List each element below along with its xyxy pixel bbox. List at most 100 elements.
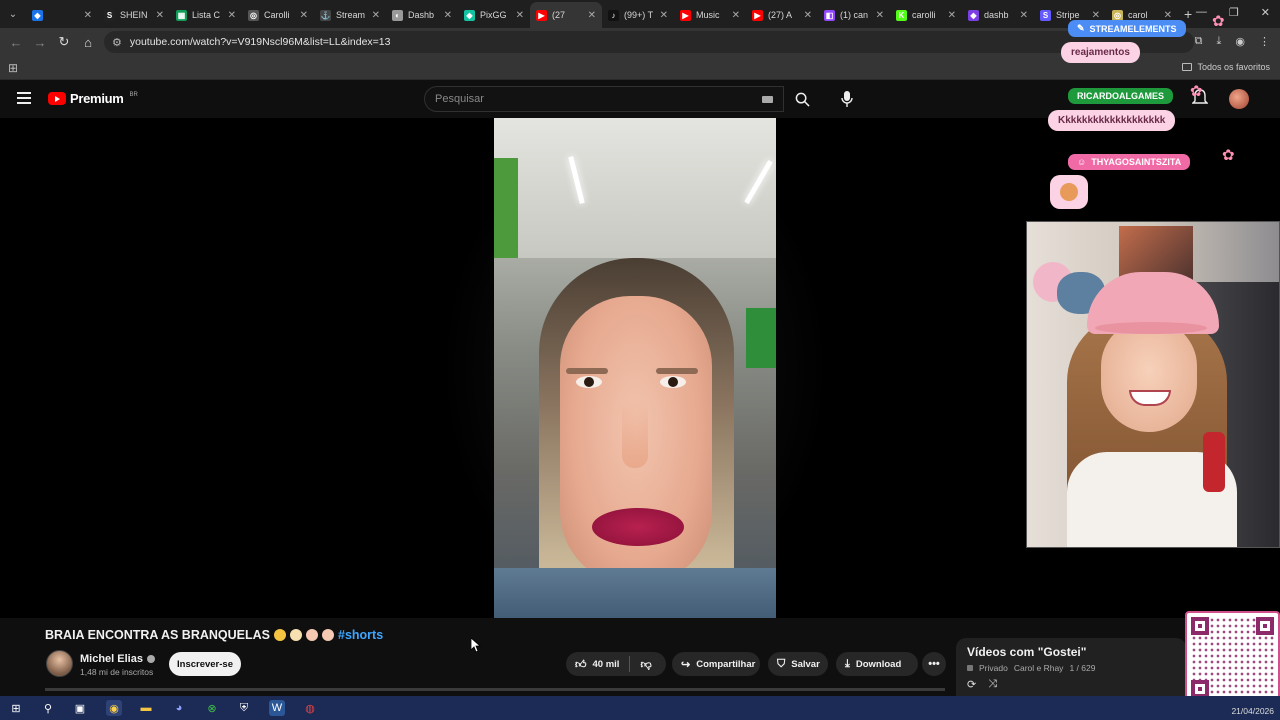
tab-search-icon[interactable]: ⌄ xyxy=(0,0,26,28)
shuffle-icon[interactable]: ⤨ xyxy=(988,678,997,691)
address-bar[interactable]: ⚙ youtube.com/watch?v=V919Nscl96M&list=L… xyxy=(104,31,1194,53)
obs-icon[interactable]: ◍ xyxy=(302,700,318,716)
tab-close-icon[interactable]: ✕ xyxy=(876,10,884,21)
windows-start-icon[interactable]: ⊞ xyxy=(8,700,24,716)
security-shield-icon[interactable]: ⛨ xyxy=(236,700,252,716)
tab-title: (1) can xyxy=(840,10,869,20)
browser-tab[interactable]: ▶ Music ✕ xyxy=(674,2,746,28)
browser-tab[interactable]: Kcarolli ✕ xyxy=(890,2,962,28)
channel-name[interactable]: Michel Elias xyxy=(80,653,155,665)
discord-icon[interactable]: ◕ xyxy=(171,700,187,716)
loop-icon[interactable]: ⟳ xyxy=(967,678,976,691)
search-input[interactable] xyxy=(435,93,755,105)
tab-title: Stream xyxy=(336,10,366,20)
tab-close-icon[interactable]: ✕ xyxy=(948,10,956,21)
tab-close-icon[interactable]: ✕ xyxy=(588,10,596,21)
keyboard-icon[interactable] xyxy=(762,96,773,103)
tab-favicon-icon: ◆ xyxy=(464,9,475,21)
reload-button[interactable]: ↻ xyxy=(52,34,76,50)
country-code: BR xyxy=(129,91,138,98)
restore-icon[interactable]: ❐ xyxy=(1229,6,1239,19)
tab-close-icon[interactable]: ✕ xyxy=(1164,10,1172,21)
minimize-icon[interactable]: — xyxy=(1196,6,1207,19)
tab-close-icon[interactable]: ✕ xyxy=(156,10,164,21)
browser-tab[interactable]: ◆ dashb ✕ xyxy=(962,2,1034,28)
more-actions-button[interactable]: ••• xyxy=(922,652,946,676)
account-avatar[interactable] xyxy=(1229,89,1249,109)
download-label: Download xyxy=(855,658,902,670)
voice-search-button[interactable] xyxy=(834,86,860,112)
tab-close-icon[interactable]: ✕ xyxy=(1092,10,1100,21)
browser-tab[interactable]: ▶ (27 ✕ xyxy=(530,2,602,28)
tab-title: Carolli xyxy=(264,10,290,20)
forward-button[interactable]: → xyxy=(28,35,52,50)
browser-tab[interactable]: ◧ (1) can ✕ xyxy=(818,2,890,28)
task-view-icon[interactable]: ▣ xyxy=(72,700,88,716)
hamburger-menu-icon[interactable] xyxy=(17,92,31,107)
back-button[interactable]: ← xyxy=(4,35,28,50)
tab-close-icon[interactable]: ✕ xyxy=(732,10,740,21)
taskbar-date: 21/04/2026 xyxy=(1231,706,1274,716)
browser-tab[interactable]: ♪ (99+) T ✕ xyxy=(602,2,674,28)
browser-tab[interactable]: ⚓ Stream ✕ xyxy=(314,2,386,28)
browser-tab[interactable]: ◆ ✕ xyxy=(26,2,98,28)
share-button[interactable]: ↪ Compartilhar xyxy=(672,652,760,676)
playlist-position: 1 / 629 xyxy=(1069,663,1096,673)
menu-icon[interactable]: ⋮ xyxy=(1259,35,1270,48)
tab-close-icon[interactable]: ✕ xyxy=(444,10,452,21)
browser-tab[interactable]: ◐ Dashb ✕ xyxy=(386,2,458,28)
tab-favicon-icon: ▶ xyxy=(752,9,763,21)
tab-close-icon[interactable]: ✕ xyxy=(516,10,524,21)
tab-favicon-icon: ◆ xyxy=(32,9,43,21)
tab-favicon-icon: ◧ xyxy=(824,9,835,21)
tab-close-icon[interactable]: ✕ xyxy=(1020,10,1028,21)
close-window-icon[interactable]: ✕ xyxy=(1261,6,1270,19)
like-count[interactable]: 40 mil xyxy=(593,659,620,670)
tab-favicon-icon: ◎ xyxy=(248,9,259,21)
tab-close-icon[interactable]: ✕ xyxy=(660,10,668,21)
subscribe-button[interactable]: Inscrever-se xyxy=(169,652,241,676)
thumbs-down-icon[interactable]: 👎︎ xyxy=(640,658,651,671)
tab-close-icon[interactable]: ✕ xyxy=(228,10,236,21)
shorts-hashtag-link[interactable]: #shorts xyxy=(338,628,383,642)
home-button[interactable]: ⌂ xyxy=(76,35,100,50)
tab-favicon-icon: ⚓ xyxy=(320,9,331,21)
tab-close-icon[interactable]: ✕ xyxy=(84,10,92,21)
file-explorer-icon[interactable]: ▬ xyxy=(138,700,154,716)
face-emoji-icon xyxy=(290,629,302,641)
download-button[interactable]: ⤓ Download xyxy=(836,652,918,676)
downloads-icon[interactable]: ⤓ xyxy=(1217,35,1222,48)
word-icon[interactable]: W xyxy=(269,700,285,716)
all-bookmarks-folder[interactable]: Todos os favoritos xyxy=(1182,62,1270,72)
more-horizontal-icon: ••• xyxy=(928,658,940,670)
browser-tab[interactable]: S SHEIN ✕ xyxy=(98,2,170,28)
tab-favicon-icon: ▶ xyxy=(680,9,691,21)
channel-avatar[interactable] xyxy=(46,650,73,677)
thumbs-up-icon[interactable]: 👍︎ xyxy=(575,658,587,671)
tab-title: Lista C xyxy=(192,10,221,20)
playlist-panel[interactable]: Vídeos com "Gostei" Privado Carol e Rhay… xyxy=(956,638,1186,698)
new-tab-button[interactable]: + xyxy=(1184,6,1192,22)
tab-close-icon[interactable]: ✕ xyxy=(300,10,308,21)
chrome-taskbar-icon[interactable]: ◉ xyxy=(106,700,122,716)
browser-tab[interactable]: ▦ Lista C ✕ xyxy=(170,2,242,28)
apps-grid-icon[interactable]: ⊞ xyxy=(8,61,18,75)
chat-message: Kkkkkkkkkkkkkkkkkkk xyxy=(1048,110,1176,131)
youtube-premium-logo[interactable]: Premium BR xyxy=(48,91,138,106)
taskbar-search-icon[interactable]: ⚲ xyxy=(40,700,56,716)
video-person-brow xyxy=(566,368,608,374)
site-info-icon[interactable]: ⚙ xyxy=(112,36,122,49)
tab-close-icon[interactable]: ✕ xyxy=(804,10,812,21)
tab-close-icon[interactable]: ✕ xyxy=(372,10,380,21)
profile-icon[interactable]: ◉ xyxy=(1235,35,1245,48)
save-button[interactable]: ⛉ Salvar xyxy=(768,652,828,676)
search-button[interactable] xyxy=(786,86,818,112)
flower-icon: ✿ xyxy=(1190,83,1203,100)
playlist-controls: ⟳ ⤨ xyxy=(967,678,1175,691)
video-player[interactable] xyxy=(494,118,776,618)
extensions-icon[interactable]: ⧉ xyxy=(1195,35,1203,48)
xbox-icon[interactable]: ⊗ xyxy=(204,700,220,716)
browser-tab[interactable]: ◆ PixGG ✕ xyxy=(458,2,530,28)
browser-tab[interactable]: ◎ Carolli ✕ xyxy=(242,2,314,28)
browser-tab[interactable]: ▶ (27) A ✕ xyxy=(746,2,818,28)
